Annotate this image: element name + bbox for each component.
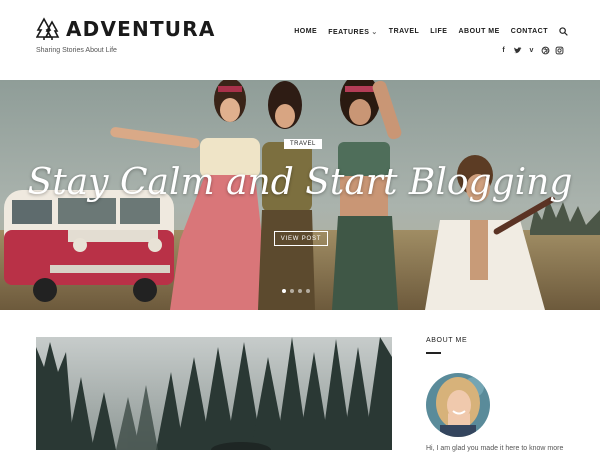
main-navigation: HOME FEATURES ⌄ TRAVEL LIFE ABOUT ME CONT… <box>283 27 568 36</box>
avatar-image <box>426 373 490 437</box>
sidebar-widget-title: ABOUT ME <box>426 337 468 344</box>
site-title: ADVENTURA <box>66 17 216 41</box>
post-featured-image[interactable] <box>36 337 392 450</box>
author-avatar <box>426 373 490 437</box>
post-category-badge[interactable]: TRAVEL <box>284 139 322 149</box>
twitter-icon[interactable] <box>513 46 522 55</box>
nav-contact[interactable]: CONTACT <box>511 28 548 35</box>
slider-dot[interactable] <box>306 289 310 293</box>
pine-trees-icon <box>36 17 60 40</box>
nav-life[interactable]: LIFE <box>430 28 447 35</box>
site-logo[interactable]: ADVENTURA <box>36 17 216 41</box>
slider-dot[interactable] <box>290 289 294 293</box>
chevron-down-icon: ⌄ <box>371 28 378 36</box>
nav-travel[interactable]: TRAVEL <box>389 28 419 35</box>
site-tagline: Sharing Stories About Life <box>36 47 117 54</box>
nav-features-label: FEATURES <box>328 28 370 36</box>
dribbble-icon[interactable] <box>541 46 550 55</box>
view-post-button[interactable]: VIEW POST <box>274 231 328 246</box>
slider-dot[interactable] <box>282 289 286 293</box>
facebook-icon[interactable]: f <box>499 46 508 55</box>
about-me-text: Hi, I am glad you made it here to know m… <box>426 445 564 452</box>
social-links: f v <box>494 46 564 55</box>
instagram-icon[interactable] <box>555 46 564 55</box>
site-header: ADVENTURA Sharing Stories About Life HOM… <box>0 0 600 80</box>
nav-home[interactable]: HOME <box>294 28 317 35</box>
hero-title[interactable]: Stay Calm and Start Blogging <box>0 162 600 203</box>
vimeo-icon[interactable]: v <box>527 46 536 55</box>
divider <box>426 352 441 354</box>
slider-dot[interactable] <box>298 289 302 293</box>
hero-slider[interactable]: TRAVEL Stay Calm and Start Blogging VIEW… <box>0 80 600 310</box>
slider-pagination <box>282 289 314 293</box>
forest-image <box>36 337 392 450</box>
nav-about-me[interactable]: ABOUT ME <box>458 28 499 35</box>
search-icon[interactable] <box>559 27 568 36</box>
nav-features[interactable]: FEATURES ⌄ <box>328 28 378 36</box>
